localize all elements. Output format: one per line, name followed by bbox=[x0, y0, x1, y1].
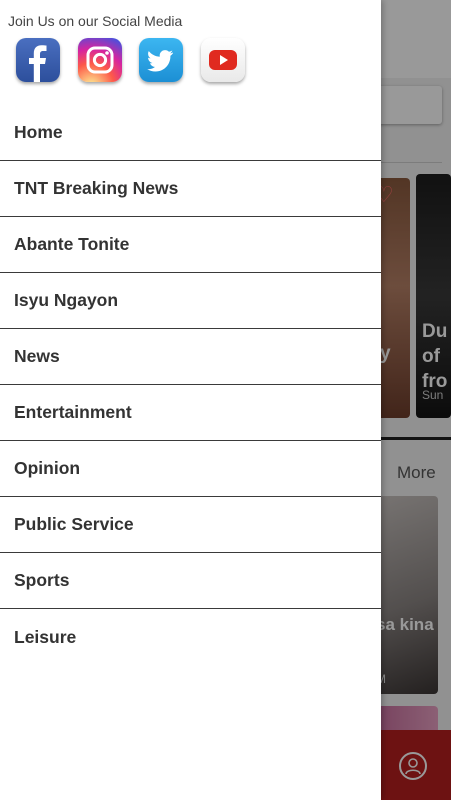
menu-item-isyu-ngayon[interactable]: Isyu Ngayon bbox=[0, 273, 381, 329]
instagram-icon[interactable] bbox=[78, 38, 122, 82]
social-media-title: Join Us on our Social Media bbox=[8, 13, 183, 29]
facebook-icon[interactable] bbox=[16, 38, 60, 82]
menu-item-public-service[interactable]: Public Service bbox=[0, 497, 381, 553]
menu-item-tnt-breaking-news[interactable]: TNT Breaking News bbox=[0, 161, 381, 217]
youtube-icon[interactable] bbox=[201, 38, 245, 82]
menu-item-sports[interactable]: Sports bbox=[0, 553, 381, 609]
menu-item-entertainment[interactable]: Entertainment bbox=[0, 385, 381, 441]
menu-item-home[interactable]: Home bbox=[0, 105, 381, 161]
drawer-menu: Home TNT Breaking News Abante Tonite Isy… bbox=[0, 105, 381, 665]
twitter-icon[interactable] bbox=[139, 38, 183, 82]
menu-item-opinion[interactable]: Opinion bbox=[0, 441, 381, 497]
navigation-drawer: Join Us on our Social Media Home TNT Bre… bbox=[0, 0, 381, 800]
menu-item-leisure[interactable]: Leisure bbox=[0, 609, 381, 665]
menu-item-news[interactable]: News bbox=[0, 329, 381, 385]
menu-item-abante-tonite[interactable]: Abante Tonite bbox=[0, 217, 381, 273]
